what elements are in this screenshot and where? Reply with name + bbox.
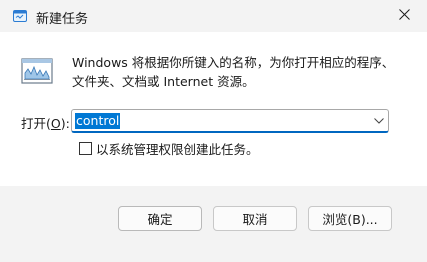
admin-checkbox-label[interactable]: 以系统管理权限创建此任务。 <box>96 139 259 158</box>
title-bar[interactable]: 新建任务 <box>0 0 427 32</box>
admin-option[interactable]: 以系统管理权限创建此任务。 <box>79 139 259 158</box>
run-program-icon <box>21 58 53 86</box>
ok-button[interactable]: 确定 <box>118 206 202 231</box>
dialog-content: Windows 将根据你所键入的名称，为你打开相应的程序、 文件夹、文档或 In… <box>0 32 427 186</box>
open-input-value[interactable]: control <box>75 113 121 129</box>
open-label-suffix: ): <box>60 116 70 131</box>
run-dialog-icon <box>13 9 27 23</box>
close-icon <box>398 9 410 23</box>
button-bar: 确定 取消 浏览(B)... <box>0 186 427 262</box>
open-label-prefix: 打开( <box>21 116 51 131</box>
admin-checkbox[interactable] <box>79 141 92 155</box>
dialog-description: Windows 将根据你所键入的名称，为你打开相应的程序、 文件夹、文档或 In… <box>72 53 408 91</box>
chevron-down-icon[interactable] <box>373 114 385 128</box>
open-label: 打开(O): <box>21 113 70 132</box>
description-line-1: Windows 将根据你所键入的名称，为你打开相应的程序、 <box>72 55 395 70</box>
description-line-2: 文件夹、文档或 Internet 资源。 <box>72 74 255 89</box>
close-button[interactable] <box>381 0 427 32</box>
open-label-accesskey: O <box>50 116 61 131</box>
cancel-button[interactable]: 取消 <box>213 206 297 231</box>
browse-button[interactable]: 浏览(B)... <box>308 206 392 231</box>
open-combobox[interactable]: control <box>71 109 389 133</box>
window-title: 新建任务 <box>36 12 89 27</box>
run-dialog: 新建任务 Windows 将根据你所键入的名称，为你打开相应的程序、 文件夹、文… <box>0 0 427 262</box>
